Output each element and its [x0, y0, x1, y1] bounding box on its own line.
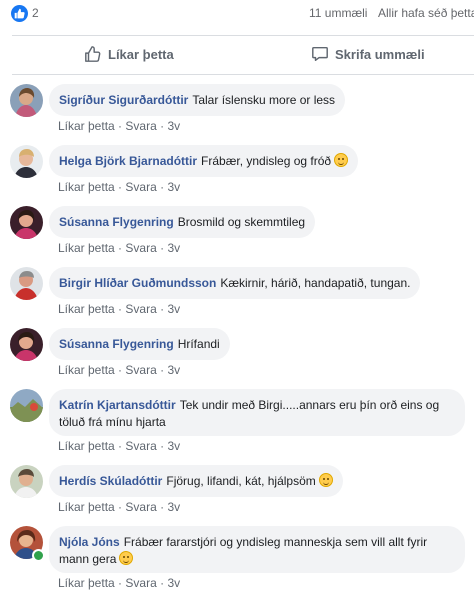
comment-actions: Líkar þetta · Svara · 3v: [58, 576, 180, 590]
comment-reply-link[interactable]: Svara: [125, 363, 156, 377]
comment-reply-link[interactable]: Svara: [125, 302, 156, 316]
comment-author-link[interactable]: Súsanna Flygenring: [59, 337, 174, 351]
comment-text: Hrífandi: [177, 337, 220, 351]
like-reaction-icon[interactable]: [11, 5, 28, 22]
comment-like-link[interactable]: Líkar þetta: [58, 302, 115, 316]
comment-author-link[interactable]: Njóla Jóns: [59, 535, 120, 549]
separator-dot: ·: [160, 363, 165, 377]
comment-text: Talar íslensku more or less: [192, 93, 336, 107]
separator-dot: ·: [118, 119, 123, 133]
separator-dot: ·: [118, 576, 123, 590]
comment-actions: Líkar þetta · Svara · 3v: [58, 500, 180, 514]
smiling-face-emoji-icon: [318, 473, 333, 487]
comment-reply-link[interactable]: Svara: [125, 119, 156, 133]
comment-bubble: Súsanna Flygenring Brosmild og skemmtileg: [49, 206, 316, 238]
like-button-label: Líkar þetta: [108, 46, 174, 62]
comment-bubble: Herdís Skúladóttir Fjörug, lifandi, kát, …: [49, 465, 343, 497]
post-action-bar: Líkar þetta Skrifa ummæli: [12, 35, 474, 75]
comment-bubble: Katrín Kjartansdóttir Tek undir með Birgi…: [49, 389, 465, 436]
comment-timestamp-link[interactable]: 3v: [167, 363, 180, 377]
comment-reply-link[interactable]: Svara: [125, 180, 156, 194]
comment-like-link[interactable]: Líkar þetta: [58, 576, 115, 590]
comment-timestamp-link[interactable]: 3v: [167, 180, 180, 194]
comment-timestamp-link[interactable]: 3v: [167, 439, 180, 453]
comment-reply-link[interactable]: Svara: [125, 439, 156, 453]
comment-author-link[interactable]: Birgir Hlíðar Guðmundsson: [59, 276, 216, 290]
comment-author-link[interactable]: Sigríður Sigurðardóttir: [59, 93, 188, 107]
comment-actions: Líkar þetta · Svara · 3v: [58, 241, 180, 255]
separator-dot: ·: [118, 500, 123, 514]
thumbs-up-icon: [85, 46, 101, 62]
comment-text: Frábær, yndisleg og fróð: [201, 154, 332, 168]
comment-button-label: Skrifa ummæli: [335, 46, 425, 62]
comment-text: Fjörug, lifandi, kát, hjálpsöm: [166, 474, 316, 488]
comment-bubble: Súsanna Flygenring Hrífandi: [49, 328, 230, 360]
comment-actions: Líkar þetta · Svara · 3v: [58, 119, 180, 133]
comment-author-link[interactable]: Helga Björk Bjarnadóttir: [59, 154, 197, 168]
comment-bubble: Sigríður Sigurðardóttir Talar íslensku mo…: [49, 84, 346, 116]
avatar[interactable]: [10, 267, 43, 300]
separator-dot: ·: [118, 302, 123, 316]
comment-like-link[interactable]: Líkar þetta: [58, 363, 115, 377]
like-button[interactable]: Líkar þetta: [84, 45, 174, 63]
comment-author-link[interactable]: Katrín Kjartansdóttir: [59, 398, 176, 412]
avatar[interactable]: [10, 465, 43, 498]
comment-like-link[interactable]: Líkar þetta: [58, 500, 115, 514]
separator-dot: ·: [118, 363, 123, 377]
comment-like-link[interactable]: Líkar þetta: [58, 119, 115, 133]
separator-dot: ·: [160, 439, 165, 453]
comment-count-link[interactable]: 11 ummæli: [309, 6, 367, 20]
like-count[interactable]: 2: [32, 6, 39, 20]
speech-bubble-icon: [312, 46, 328, 62]
separator-dot: ·: [118, 241, 123, 255]
comment-timestamp-link[interactable]: 3v: [167, 576, 180, 590]
reaction-summary-bar: 2 11 ummæli Allir hafa séð þetta: [0, 0, 474, 30]
smiling-face-emoji-icon: [119, 551, 134, 565]
comment-reply-link[interactable]: Svara: [125, 576, 156, 590]
seen-by-text[interactable]: Allir hafa séð þetta: [378, 6, 474, 20]
online-status-indicator: [32, 549, 45, 562]
comment-like-link[interactable]: Líkar þetta: [58, 439, 115, 453]
avatar[interactable]: [10, 145, 43, 178]
comment-author-link[interactable]: Súsanna Flygenring: [59, 215, 174, 229]
comment-timestamp-link[interactable]: 3v: [167, 500, 180, 514]
separator-dot: ·: [160, 302, 165, 316]
avatar[interactable]: [10, 328, 43, 361]
avatar[interactable]: [10, 389, 43, 422]
comment-timestamp-link[interactable]: 3v: [167, 302, 180, 316]
avatar[interactable]: [10, 206, 43, 239]
comment-bubble: Njóla Jóns Frábær fararstjóri og yndisleg…: [49, 526, 465, 573]
comment-text: Kækirnir, hárið, handapatið, tungan.: [220, 276, 411, 290]
comment-like-link[interactable]: Líkar þetta: [58, 180, 115, 194]
comment-timestamp-link[interactable]: 3v: [167, 241, 180, 255]
comment-actions: Líkar þetta · Svara · 3v: [58, 302, 180, 316]
comment-actions: Líkar þetta · Svara · 3v: [58, 363, 180, 377]
comment-reply-link[interactable]: Svara: [125, 500, 156, 514]
avatar[interactable]: [10, 84, 43, 117]
comment-timestamp-link[interactable]: 3v: [167, 119, 180, 133]
separator-dot: ·: [160, 119, 165, 133]
comment-reply-link[interactable]: Svara: [125, 241, 156, 255]
separator-dot: ·: [118, 439, 123, 453]
comment-actions: Líkar þetta · Svara · 3v: [58, 439, 180, 453]
comment-bubble: Birgir Hlíðar Guðmundsson Kækirnir, hárið…: [49, 267, 421, 299]
separator-dot: ·: [160, 500, 165, 514]
comment-text: Brosmild og skemmtileg: [177, 215, 306, 229]
smiling-face-emoji-icon: [334, 153, 349, 167]
separator-dot: ·: [160, 241, 165, 255]
comment-actions: Líkar þetta · Svara · 3v: [58, 180, 180, 194]
comment-button[interactable]: Skrifa ummæli: [311, 45, 474, 63]
separator-dot: ·: [118, 180, 123, 194]
separator-dot: ·: [160, 576, 165, 590]
comment-bubble: Helga Björk Bjarnadóttir Frábær, yndisleg…: [49, 145, 359, 177]
separator-dot: ·: [160, 180, 165, 194]
comment-like-link[interactable]: Líkar þetta: [58, 241, 115, 255]
comment-author-link[interactable]: Herdís Skúladóttir: [59, 474, 162, 488]
